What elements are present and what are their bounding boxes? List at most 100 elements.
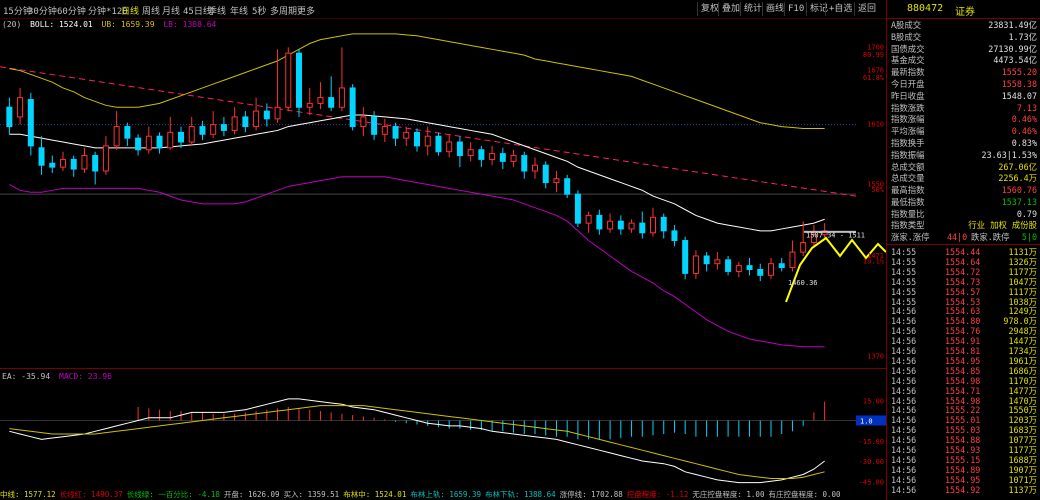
stat-label: B股成交	[891, 31, 922, 42]
macd-chart[interactable]: 15.000.00-15.00-30.00-45.001.0	[0, 380, 886, 488]
stat-label: 国债成交	[891, 43, 925, 54]
dea-line	[9, 405, 825, 480]
status-item: 布林中: 1524.01	[343, 490, 407, 499]
down-value: 5|0	[1021, 232, 1037, 242]
candle-body	[553, 178, 560, 184]
candle-body	[296, 52, 302, 108]
macd-axis-label: -30.00	[859, 458, 884, 466]
stat-row: 总成交量 2256.4万	[889, 173, 1039, 184]
timeframe-tab[interactable]: 周线	[142, 4, 160, 17]
candle-body	[424, 135, 431, 147]
timeframe-tab[interactable]: 5秒	[252, 4, 266, 17]
stat-label: 指数量比	[891, 208, 925, 219]
candle-body	[456, 141, 463, 157]
candle-body	[392, 126, 399, 139]
up-label: 涨家.涨停	[891, 232, 930, 242]
candle-body	[317, 97, 324, 104]
candle-body	[124, 126, 131, 139]
price-label: 50%	[871, 186, 884, 194]
stat-label: 今日开盘	[891, 79, 925, 89]
stat-row: 指数振幅 23.63|1.53%	[889, 150, 1039, 161]
candle-body	[360, 116, 367, 128]
timeframe-tab[interactable]: 多周期	[270, 4, 297, 17]
stat-row: 总成交额 267.06亿	[889, 162, 1039, 173]
candle-body	[521, 155, 528, 172]
stat-row: 指数涨跌 7.13	[889, 103, 1039, 114]
indicator-status-bar: 中线: 1577.12 长线红: 1490.37 长线绿: 一百分比: -4.18 开…	[0, 490, 886, 500]
boll-low-value: LB: 1388.64	[163, 20, 217, 29]
range-annotation: 1507.34 - 1511	[806, 232, 865, 240]
candle-body	[639, 222, 646, 234]
candle-body	[499, 153, 506, 162]
timeframe-tab[interactable]: 日线	[121, 4, 139, 17]
index-type-value[interactable]: 行业 加权 成份股	[968, 220, 1037, 231]
stat-value: 0.83%	[1011, 138, 1037, 148]
stat-label: 指数涨幅	[891, 114, 925, 125]
candle-body	[532, 164, 538, 172]
timeframe-tab[interactable]: 30分钟	[28, 4, 57, 17]
candle-body	[768, 263, 774, 276]
stat-row: 指数换手 0.83%	[889, 138, 1039, 149]
tick-row: 14:56 1554.92 1137万	[889, 485, 1039, 496]
status-item: 长线绿: 一百分比: -4.18	[126, 490, 220, 499]
stat-label: 昨日收盘	[891, 90, 925, 101]
stat-row: A股成交 23831.49亿	[889, 20, 1039, 31]
tick-price: 1554.92	[945, 484, 981, 495]
stat-value: 0.79	[1016, 208, 1037, 219]
status-item: 无庄控盘程度: 1.00	[692, 490, 765, 499]
candle-body	[617, 220, 624, 230]
top-toolbar: 15分钟 30分钟 60分钟 分钟*120 日线 周线 月线 45日线 季线 年线 5秒 多周期 更多 …	[0, 0, 886, 19]
timeframe-tab[interactable]: 更多	[297, 4, 315, 17]
stat-label: 最低指数	[891, 197, 925, 207]
candle-body	[660, 216, 667, 232]
low-annotation: 1460.36	[788, 279, 818, 287]
stat-row: 昨日收盘 1548.07	[889, 91, 1039, 102]
timeframe-tab[interactable]: 60分钟	[57, 4, 86, 17]
index-code: 880472	[907, 3, 944, 14]
candle-body	[735, 265, 742, 272]
candle-body	[435, 135, 442, 153]
stat-value: 1548.07	[1001, 90, 1037, 101]
toolbar-button[interactable]: 返回	[854, 2, 879, 16]
tick-volume: 1137万	[1008, 484, 1037, 495]
timeframe-tab[interactable]: 年线	[230, 4, 248, 17]
candle-body	[564, 178, 571, 195]
stat-label: 总成交量	[891, 173, 925, 184]
timeframe-tab[interactable]: 月线	[162, 4, 180, 17]
candle-body	[167, 131, 174, 149]
toolbar-button[interactable]: +自选	[825, 2, 855, 16]
candle-body	[81, 155, 88, 170]
kline-chart[interactable]: 170080.99167661.8%1610155050%147119.1%13…	[0, 30, 886, 368]
stat-value: 27130.99亿	[988, 43, 1037, 54]
stat-value: 1.73亿	[1008, 31, 1037, 42]
price-label: 61.8%	[863, 74, 885, 82]
stat-row: B股成交 1.73亿	[889, 32, 1039, 43]
stat-label: 基金成交	[891, 55, 925, 66]
candle-body	[210, 124, 217, 135]
stat-value: 2256.4万	[998, 173, 1037, 184]
stat-value: 7.13	[1016, 102, 1037, 113]
candle-body	[789, 251, 796, 269]
price-label: 19.1%	[863, 258, 885, 266]
toolbar-button[interactable]: F10	[784, 2, 807, 16]
candle-body	[714, 259, 721, 265]
stat-value: 1555.20	[1001, 67, 1037, 78]
index-name: 证券	[955, 7, 975, 18]
stat-value: 1560.76	[1001, 185, 1037, 196]
candle-body	[349, 87, 356, 128]
macd-axis-label: 15.00	[863, 397, 884, 405]
stat-row: 最新指数 1555.20	[889, 67, 1039, 78]
timeframe-tab[interactable]: 季线	[208, 4, 226, 17]
stat-value: 4473.54亿	[993, 55, 1037, 66]
candle-body	[92, 155, 99, 172]
candle-body	[6, 106, 13, 128]
boll-up-value: UB: 1659.39	[101, 20, 155, 29]
stat-label: A股成交	[891, 20, 922, 30]
status-item: 开盘: 1626.09	[223, 490, 280, 499]
candle-body	[135, 137, 142, 151]
stat-value: 1558.38	[1001, 79, 1037, 89]
status-item: 有庄控盘程度: 0.00	[768, 490, 841, 499]
candle-body	[253, 110, 260, 128]
macd-axis-label: -45.00	[859, 478, 884, 486]
status-item: 中线: 1577.12	[0, 490, 56, 499]
